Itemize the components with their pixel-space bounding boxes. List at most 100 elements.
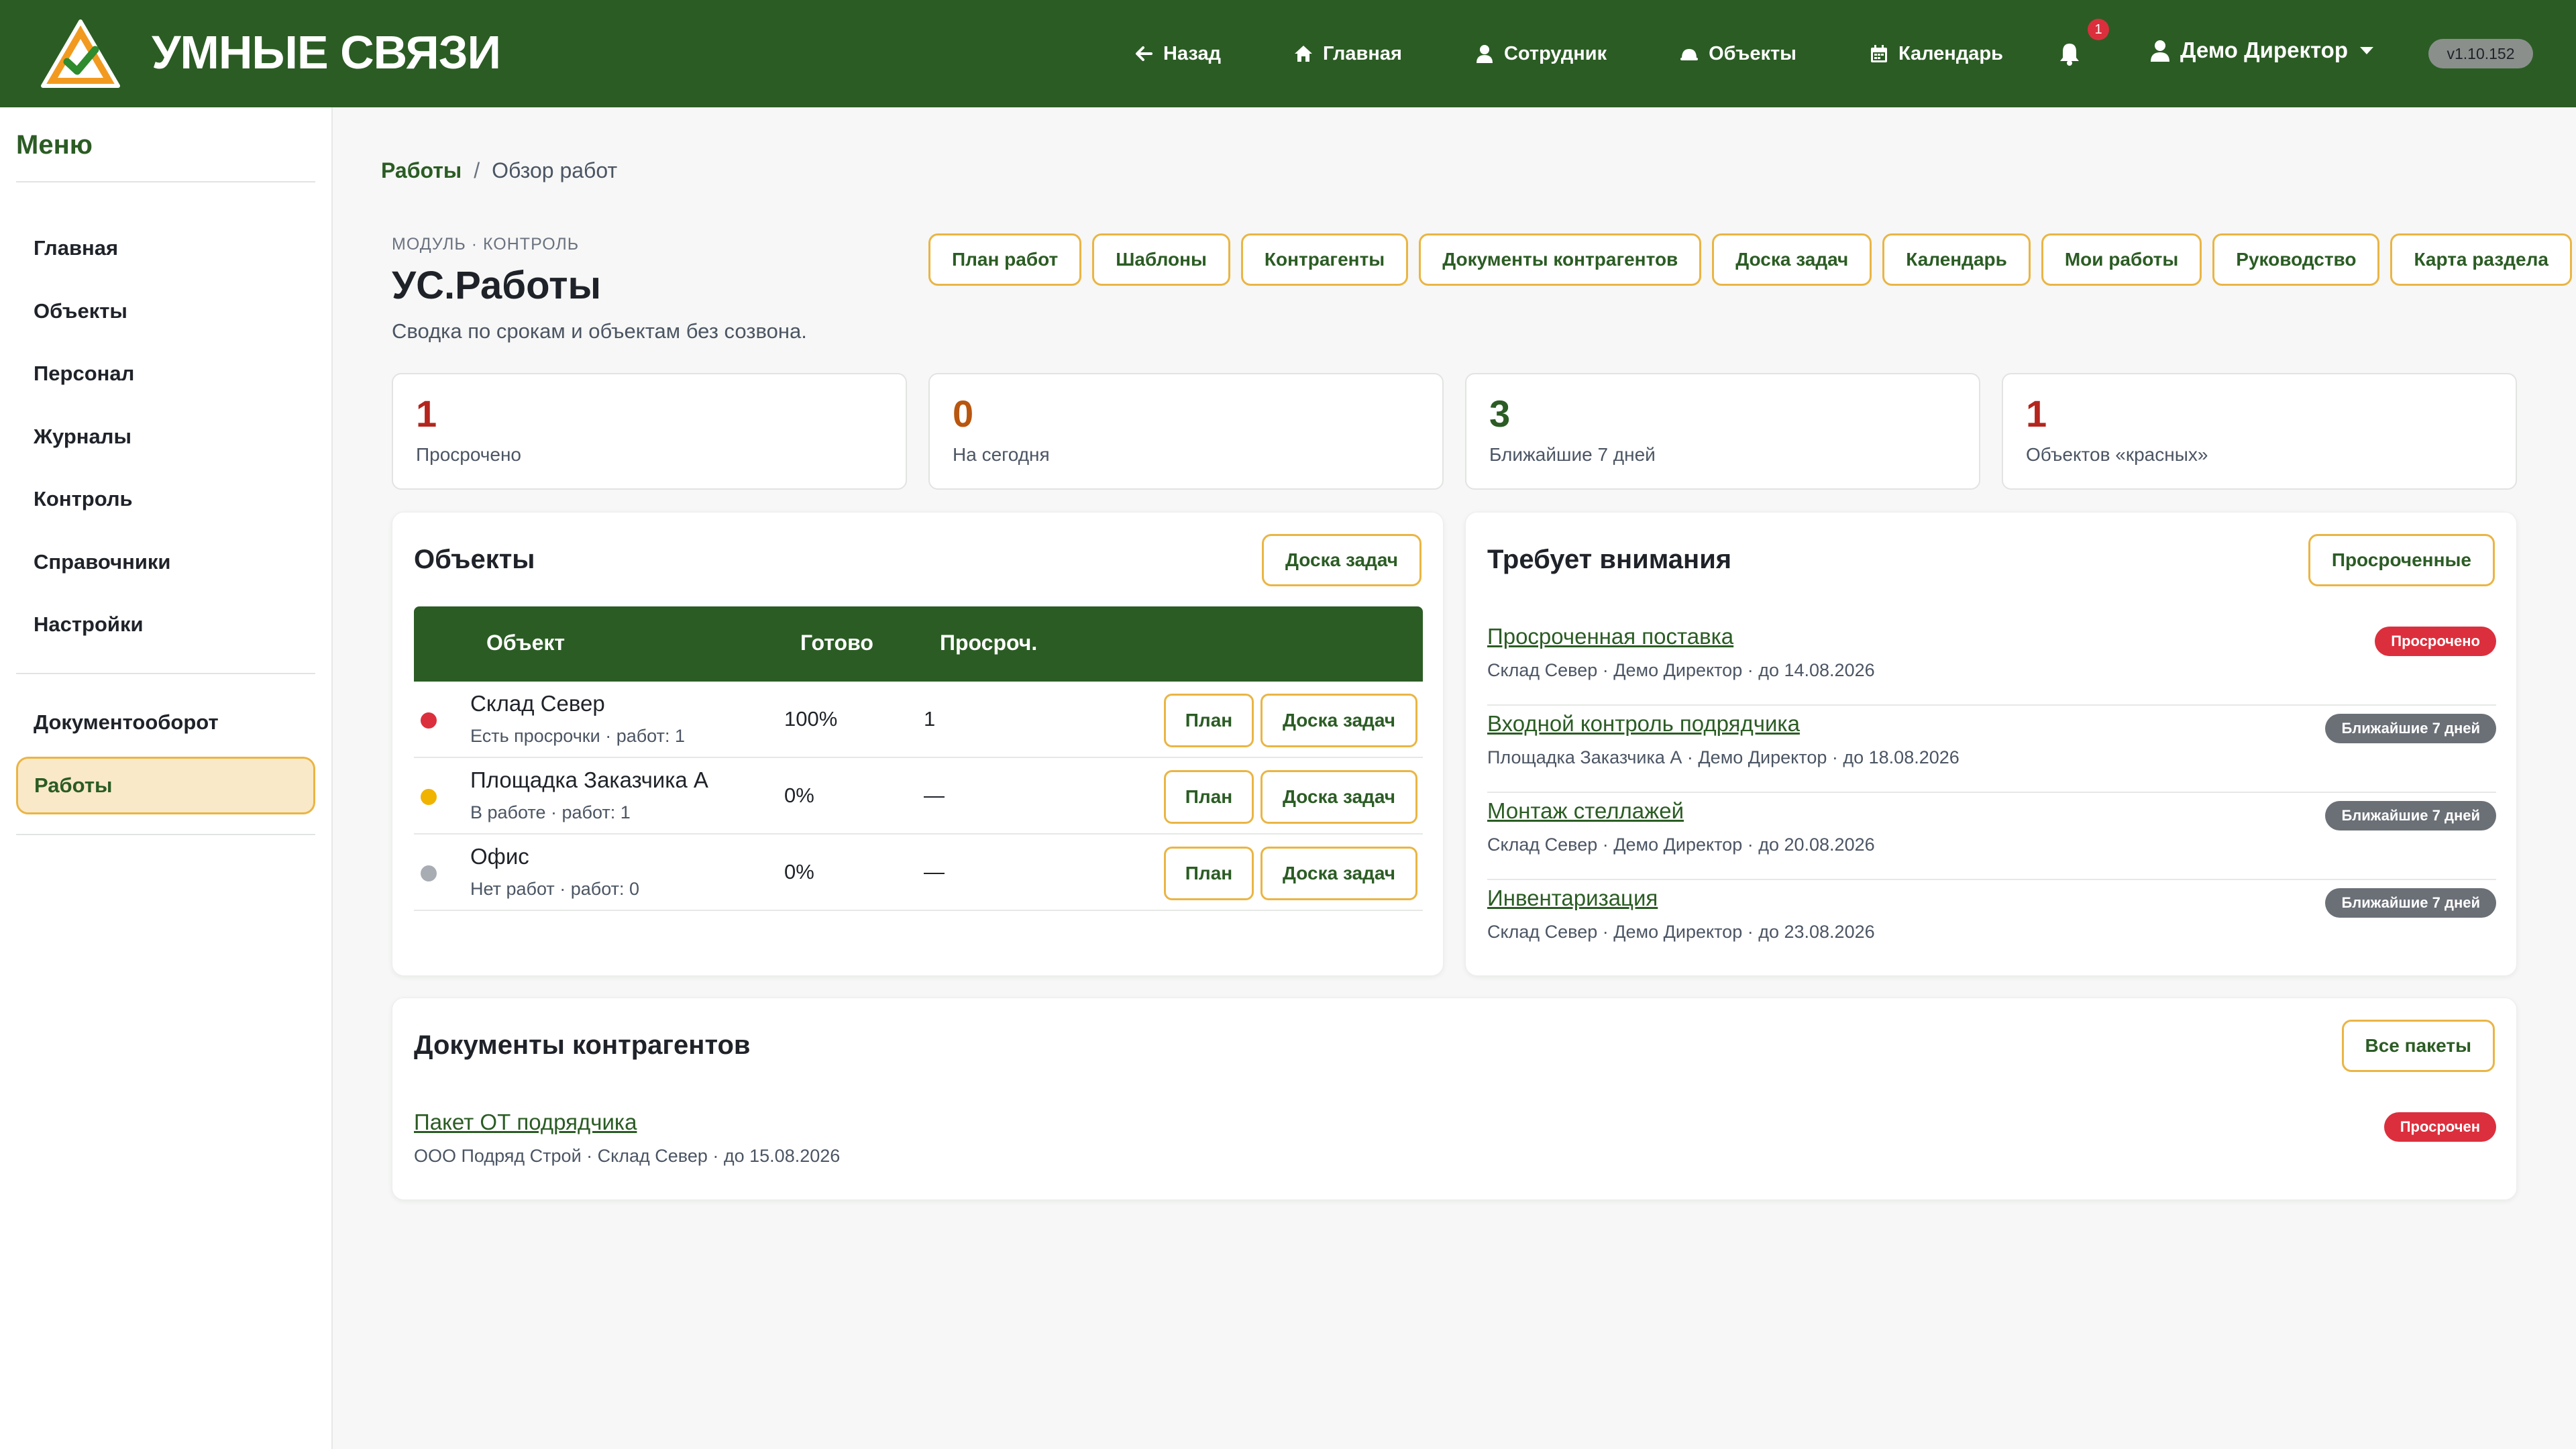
quick-link-templates-button[interactable]: Шаблоны	[1092, 233, 1230, 286]
plan-button[interactable]: План	[1164, 694, 1254, 747]
top-nav: Назад Главная Сотрудник Объекты Календар…	[1134, 0, 2076, 107]
sidebar-item-references[interactable]: Справочники	[16, 533, 315, 591]
nav-calendar-label: Календарь	[1898, 42, 2003, 64]
task-board-button[interactable]: Доска задач	[1260, 770, 1417, 824]
task-board-button[interactable]: Доска задач	[1260, 847, 1417, 900]
status-badge: Просрочен	[2383, 1112, 2496, 1142]
plan-button[interactable]: План	[1164, 770, 1254, 824]
task-link[interactable]: Входной контроль подрядчика	[1487, 711, 1800, 737]
quick-links: План работ Шаблоны Контрагенты Документы…	[928, 233, 2576, 286]
column-header-object: Объект	[486, 631, 566, 655]
top-navbar: УМНЫЕ СВЯЗИ Назад Главная Сотрудник Объе…	[0, 0, 2576, 107]
object-meta: В работе · работ: 1	[470, 802, 631, 822]
sidebar-item-works[interactable]: Работы	[16, 757, 315, 814]
nav-back-button[interactable]: Назад	[1134, 43, 1221, 65]
column-header-overdue: Просроч.	[940, 631, 1038, 655]
all-packages-button[interactable]: Все пакеты	[2341, 1020, 2495, 1072]
status-dot	[421, 712, 437, 729]
stat-card-next-7-days: 3 Ближайшие 7 дней	[1465, 373, 1980, 490]
object-name: Склад Север	[470, 691, 605, 716]
column-header-ready: Готово	[800, 631, 873, 655]
quick-link-guide-button[interactable]: Руководство	[2212, 233, 2380, 286]
object-overdue: —	[924, 860, 945, 883]
home-icon	[1295, 46, 1312, 62]
status-badge: Ближайшие 7 дней	[2325, 801, 2496, 830]
stat-label: Объектов «красных»	[2026, 444, 2208, 465]
page-title: УС.Работы	[392, 264, 602, 307]
objects-task-board-button[interactable]: Доска задач	[1262, 534, 1421, 586]
stat-label: На сегодня	[953, 444, 1050, 465]
nav-objects-label: Объекты	[1709, 42, 1796, 64]
object-ready: 0%	[784, 860, 814, 883]
stat-label: Ближайшие 7 дней	[1489, 444, 1656, 465]
user-name: Демо Директор	[2180, 38, 2348, 62]
objects-card-title: Объекты	[414, 545, 535, 574]
quick-link-contractor-docs-button[interactable]: Документы контрагентов	[1419, 233, 1702, 286]
sidebar-item-home[interactable]: Главная	[16, 219, 315, 277]
sidebar-item-objects[interactable]: Объекты	[16, 282, 315, 340]
logo-icon[interactable]	[40, 19, 121, 89]
brand-name[interactable]: УМНЫЕ СВЯЗИ	[152, 25, 501, 79]
chevron-down-icon	[2360, 46, 2373, 54]
user-icon	[1476, 45, 1493, 63]
nav-employee-button[interactable]: Сотрудник	[1474, 43, 1607, 65]
nav-home-label: Главная	[1323, 42, 1402, 64]
list-item: Пакет ОТ подрядчика ООО Подряд Строй · С…	[414, 1104, 2496, 1191]
object-name: Площадка Заказчика А	[470, 767, 708, 792]
status-badge: Ближайшие 7 дней	[2325, 714, 2496, 743]
task-meta: Склад Север · Демо Директор · до 23.08.2…	[1487, 922, 1875, 942]
status-dot	[421, 865, 437, 881]
sidebar-item-settings[interactable]: Настройки	[16, 596, 315, 653]
list-item: Входной контроль подрядчика Площадка Зак…	[1487, 706, 2496, 793]
sidebar-title: Меню	[16, 130, 93, 160]
stat-value: 1	[416, 392, 437, 435]
arrow-left-icon	[1136, 46, 1152, 61]
nav-calendar-button[interactable]: Календарь	[1869, 43, 2003, 65]
quick-link-my-works-button[interactable]: Мои работы	[2041, 233, 2202, 286]
nav-objects-button[interactable]: Объекты	[1679, 43, 1796, 65]
nav-employee-label: Сотрудник	[1503, 42, 1607, 64]
breadcrumb-separator: /	[474, 158, 480, 182]
nav-home-button[interactable]: Главная	[1293, 43, 1402, 65]
version-badge: v1.10.152	[2428, 39, 2533, 68]
task-meta: Склад Север · Демо Директор · до 20.08.2…	[1487, 835, 1875, 855]
object-name: Офис	[470, 844, 529, 869]
breadcrumb-link-works[interactable]: Работы	[381, 158, 462, 182]
helmet-icon	[1680, 49, 1699, 60]
object-ready: 0%	[784, 784, 814, 807]
list-item: Просроченная поставка Склад Север · Демо…	[1487, 619, 2496, 706]
bell-icon[interactable]	[2058, 42, 2081, 66]
sidebar-divider	[16, 834, 315, 835]
user-menu-button[interactable]: Демо Директор	[2149, 38, 2373, 63]
quick-link-task-board-button[interactable]: Доска задач	[1712, 233, 1872, 286]
status-dot	[421, 789, 437, 805]
objects-table-header: Объект Готово Просроч.	[414, 606, 1423, 682]
sidebar-item-personnel[interactable]: Персонал	[16, 345, 315, 402]
plan-button[interactable]: План	[1164, 847, 1254, 900]
table-row: Площадка Заказчика А В работе · работ: 1…	[414, 758, 1423, 835]
task-link[interactable]: Просроченная поставка	[1487, 624, 1733, 649]
quick-link-calendar-button[interactable]: Календарь	[1882, 233, 2031, 286]
object-overdue: 1	[924, 707, 936, 731]
task-link[interactable]: Инвентаризация	[1487, 885, 1658, 911]
sidebar-item-docflow[interactable]: Документооборот	[16, 694, 315, 751]
task-link[interactable]: Монтаж стеллажей	[1487, 798, 1684, 824]
status-badge: Просрочено	[2375, 627, 2496, 656]
calendar-icon	[1870, 45, 1887, 62]
sidebar-item-control[interactable]: Контроль	[16, 470, 315, 528]
document-package-link[interactable]: Пакет ОТ подрядчика	[414, 1110, 637, 1135]
sidebar-item-journals[interactable]: Журналы	[16, 408, 315, 466]
status-badge: Ближайшие 7 дней	[2325, 888, 2496, 918]
documents-card-title: Документы контрагентов	[414, 1030, 751, 1060]
objects-card: Объекты Доска задач Объект Готово Просро…	[392, 512, 1444, 976]
quick-link-section-map-button[interactable]: Карта раздела	[2390, 233, 2572, 286]
sidebar: Меню Главная Объекты Персонал Журналы Ко…	[0, 107, 333, 1449]
task-board-button[interactable]: Доска задач	[1260, 694, 1417, 747]
breadcrumb-current: Обзор работ	[492, 158, 618, 182]
page-subtitle: Сводка по срокам и объектам без созвона.	[392, 319, 807, 343]
stat-card-overdue: 1 Просрочено	[392, 373, 907, 490]
quick-link-work-plan-button[interactable]: План работ	[928, 233, 1082, 286]
quick-link-contractors-button[interactable]: Контрагенты	[1240, 233, 1409, 286]
stat-card-today: 0 На сегодня	[928, 373, 1444, 490]
overdue-filter-button[interactable]: Просроченные	[2308, 534, 2495, 586]
